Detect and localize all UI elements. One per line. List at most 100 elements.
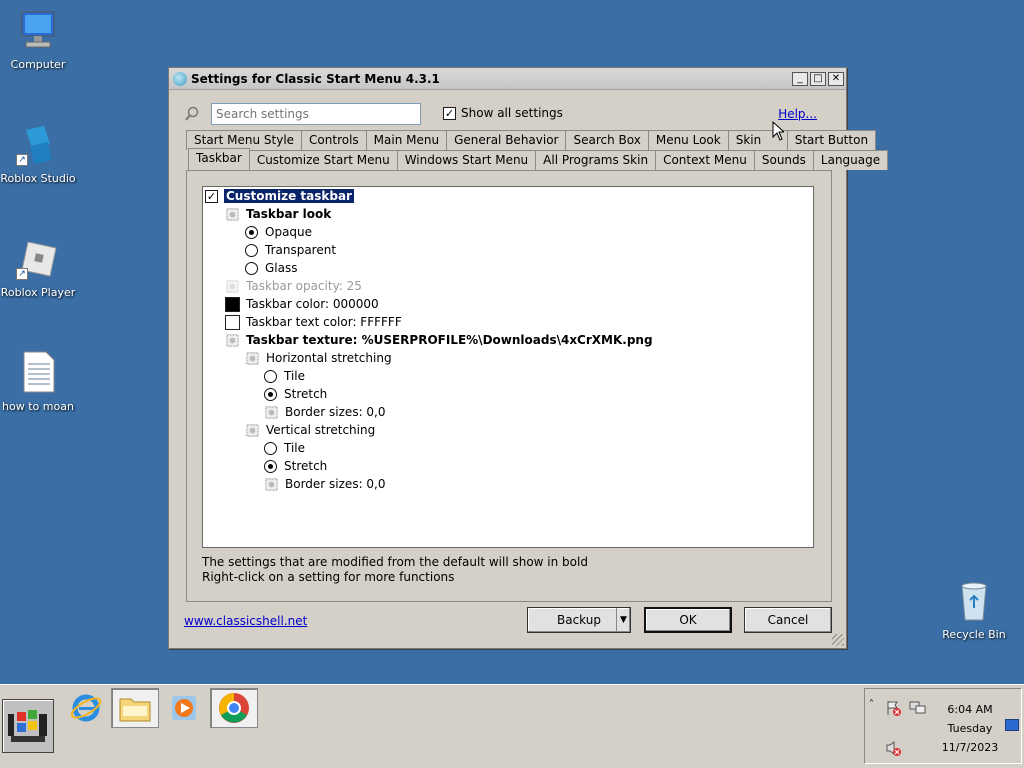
tab-all-programs-skin[interactable]: All Programs Skin [535, 150, 657, 170]
tab-language[interactable]: Language [812, 150, 889, 170]
tab-start-menu-style[interactable]: Start Menu Style [186, 130, 303, 150]
taskbar-look-node[interactable]: Taskbar look [225, 205, 331, 223]
customize-taskbar-node[interactable]: ✓ Customize taskbar [205, 187, 354, 205]
v-stretch-radio[interactable] [264, 459, 277, 473]
h-border-sizes-label: Border sizes: 0,0 [285, 405, 386, 419]
color-swatch-black [225, 296, 240, 312]
opaque-label: Opaque [265, 225, 313, 239]
tab-row-2: Taskbar Customize Start Menu Windows Sta… [188, 148, 889, 170]
minimize-button[interactable]: _ [792, 71, 808, 86]
show-desktop-icon[interactable] [1005, 719, 1019, 731]
help-link[interactable]: Help... [778, 107, 817, 121]
v-tile-radio[interactable] [264, 441, 277, 455]
h-stretch-radio[interactable] [264, 387, 277, 401]
tab-main-menu[interactable]: Main Menu [365, 130, 448, 150]
transparent-label: Transparent [265, 243, 337, 257]
search-input[interactable] [211, 103, 421, 125]
horizontal-stretching-label: Horizontal stretching [266, 351, 392, 365]
tab-start-button[interactable]: Start Button [786, 130, 877, 150]
vertical-stretching-node[interactable]: Vertical stretching [245, 421, 375, 439]
transparent-option[interactable]: Transparent [245, 241, 336, 259]
roblox-studio-icon: ↗ [16, 122, 60, 166]
customize-taskbar-label: Customize taskbar [224, 189, 354, 203]
settings-tree[interactable]: ✓ Customize taskbar Taskbar look Opaque … [202, 186, 814, 548]
system-tray: ˄ 6:04 AM Tuesday 11/7/2023 [864, 688, 1022, 764]
action-center-flag-icon[interactable] [885, 699, 903, 717]
show-hidden-icons-chevron-icon[interactable]: ˄ [869, 699, 874, 710]
desktop-icon-roblox-player[interactable]: ↗ Roblox Player [0, 236, 78, 299]
v-stretch-option[interactable]: Stretch [264, 457, 327, 475]
v-border-sizes-label: Border sizes: 0,0 [285, 477, 386, 491]
opaque-option[interactable]: Opaque [245, 223, 312, 241]
checkmark-icon[interactable]: ✓ [443, 106, 456, 120]
taskbar-media-player[interactable] [160, 688, 208, 728]
cancel-button[interactable]: Cancel [744, 607, 832, 633]
start-button[interactable] [2, 699, 54, 753]
desktop-icon-computer[interactable]: Computer [0, 8, 78, 71]
h-tile-label: Tile [284, 369, 306, 383]
taskbar-text-color-node[interactable]: Taskbar text color: FFFFFF [225, 313, 402, 331]
clock-date[interactable]: 11/7/2023 [937, 741, 1003, 754]
backup-button[interactable]: Backup ▼ [527, 607, 631, 633]
tab-customize-start-menu[interactable]: Customize Start Menu [248, 150, 398, 170]
tab-menu-look[interactable]: Menu Look [647, 130, 729, 150]
desktop-icon-recycle-bin[interactable]: Recycle Bin [934, 578, 1014, 641]
clock-time[interactable]: 6:04 AM [937, 703, 1003, 716]
desktop-icon-text-file[interactable]: how to moan [0, 350, 78, 413]
desktop-icon-label: Recycle Bin [942, 628, 1006, 641]
tab-taskbar[interactable]: Taskbar [188, 148, 250, 170]
taskbar: ˄ 6:04 AM Tuesday 11/7/2023 [0, 684, 1024, 768]
v-border-sizes-node[interactable]: Border sizes: 0,0 [264, 475, 386, 493]
h-tile-radio[interactable] [264, 369, 277, 383]
tab-controls[interactable]: Controls [301, 130, 367, 150]
shortcut-arrow-icon: ↗ [16, 268, 28, 280]
h-border-sizes-node[interactable]: Border sizes: 0,0 [264, 403, 386, 421]
tab-context-menu[interactable]: Context Menu [655, 150, 755, 170]
taskbar-internet-explorer[interactable] [62, 688, 110, 728]
opaque-radio[interactable] [245, 225, 258, 239]
desktop-icon-label: Roblox Player [0, 286, 76, 299]
tab-search-box[interactable]: Search Box [565, 130, 649, 150]
resize-grip[interactable] [832, 634, 844, 646]
show-all-settings-checkbox[interactable]: ✓ Show all settings [443, 106, 563, 120]
customize-taskbar-checkbox[interactable]: ✓ [205, 189, 218, 203]
settings-gear-icon [226, 279, 239, 293]
close-button[interactable]: ✕ [828, 71, 844, 86]
taskbar-texture-node[interactable]: Taskbar texture: %USERPROFILE%\Downloads… [225, 331, 653, 349]
settings-window: Settings for Classic Start Menu 4.3.1 _ … [168, 67, 889, 649]
h-stretch-option[interactable]: Stretch [264, 385, 327, 403]
classicshell-website-link[interactable]: www.classicshell.net [184, 614, 307, 628]
taskbar-chrome[interactable] [210, 688, 258, 728]
network-icon[interactable] [909, 699, 927, 717]
recycle-bin-icon [952, 578, 996, 622]
taskbar-color-node[interactable]: Taskbar color: 000000 [225, 295, 379, 313]
dropdown-arrow-icon[interactable]: ▼ [616, 608, 630, 632]
volume-muted-icon[interactable] [885, 739, 903, 757]
taskbar-opacity-node[interactable]: Taskbar opacity: 25 [225, 277, 362, 295]
windows-logo-icon [8, 710, 47, 742]
vertical-stretching-label: Vertical stretching [266, 423, 376, 437]
h-tile-option[interactable]: Tile [264, 367, 305, 385]
v-tile-option[interactable]: Tile [264, 439, 305, 457]
v-tile-label: Tile [284, 441, 306, 455]
transparent-radio[interactable] [245, 243, 258, 257]
horizontal-stretching-node[interactable]: Horizontal stretching [245, 349, 392, 367]
glass-radio[interactable] [245, 261, 258, 275]
maximize-button[interactable]: □ [810, 71, 826, 86]
search-icon [184, 106, 200, 122]
title-bar[interactable]: Settings for Classic Start Menu 4.3.1 _ … [169, 68, 846, 90]
chrome-icon [219, 693, 249, 723]
glass-label: Glass [265, 261, 298, 275]
glass-option[interactable]: Glass [245, 259, 298, 277]
settings-toolbar: ✓ Show all settings Help... [181, 102, 831, 126]
settings-gear-icon [226, 207, 239, 221]
taskbar-texture-label: Taskbar texture: %USERPROFILE%\Downloads… [246, 333, 653, 347]
tab-general-behavior[interactable]: General Behavior [446, 130, 567, 150]
ok-button[interactable]: OK [644, 607, 732, 633]
taskbar-explorer[interactable] [111, 688, 159, 728]
clock-day[interactable]: Tuesday [937, 722, 1003, 735]
desktop-icon-roblox-studio[interactable]: ↗ Roblox Studio [0, 122, 78, 185]
tab-sounds[interactable]: Sounds [753, 150, 814, 170]
internet-explorer-icon [70, 694, 102, 722]
tab-windows-start-menu[interactable]: Windows Start Menu [396, 150, 537, 170]
